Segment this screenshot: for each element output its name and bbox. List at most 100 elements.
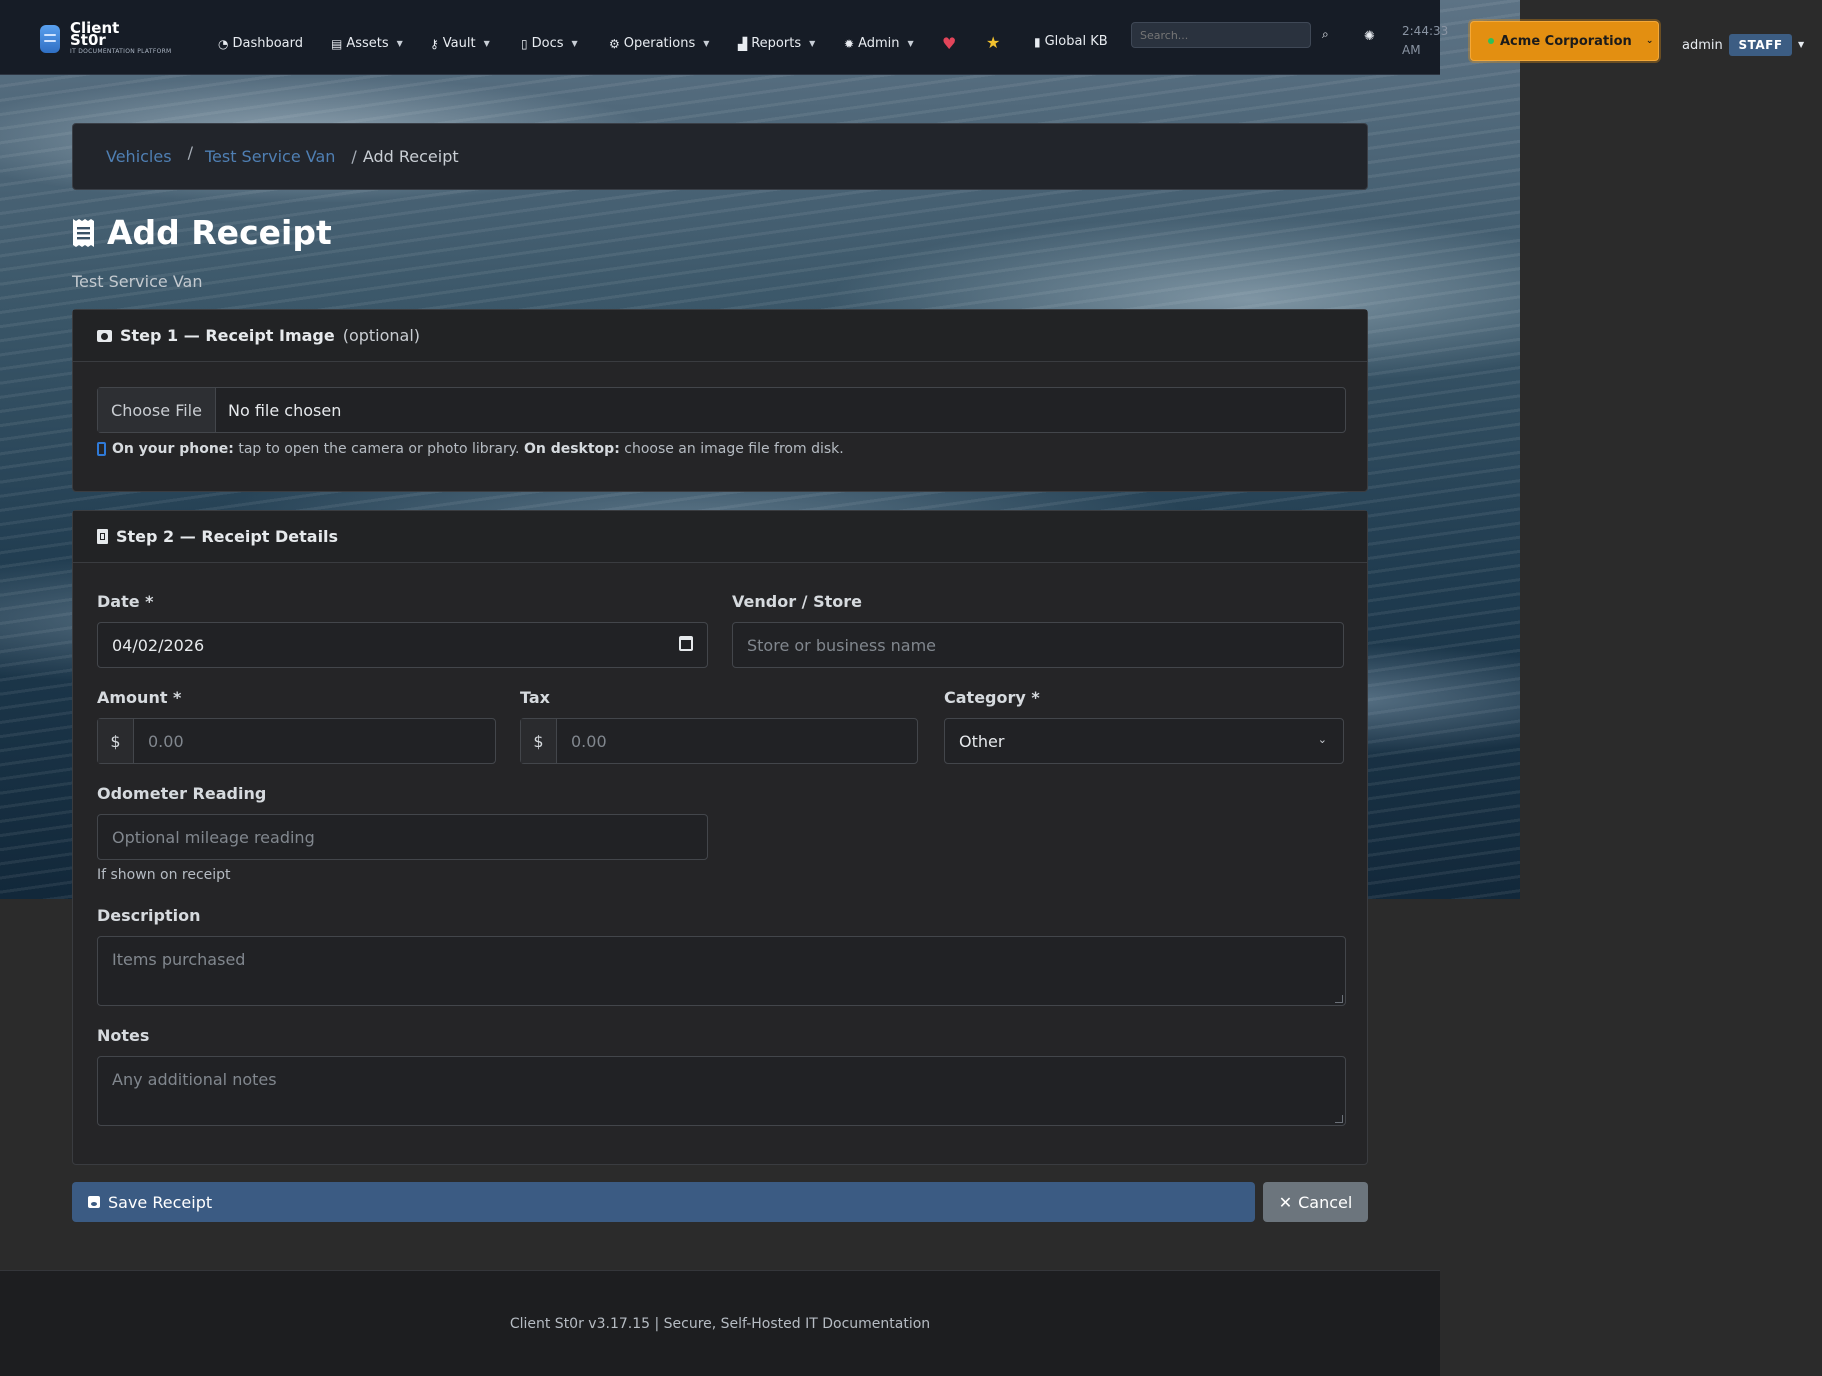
step1-title: Step 1 — Receipt Image [120, 326, 335, 345]
user-menu[interactable]: admin [1682, 38, 1723, 53]
save-receipt-label: Save Receipt [108, 1192, 213, 1212]
database-logo-icon [40, 24, 60, 53]
nav-dashboard-label: Dashboard [232, 36, 304, 51]
nav-reports[interactable]: ▟ Reports ▼ [738, 36, 815, 51]
heart-icon[interactable]: ♥ [942, 34, 956, 53]
page-title: Add Receipt [72, 213, 332, 252]
clock: 2:44:33 AM [1402, 24, 1449, 57]
category-select[interactable]: Other ⌄ [944, 718, 1344, 764]
breadcrumb-separator: / [351, 147, 357, 166]
resize-handle-icon[interactable] [1335, 1115, 1343, 1123]
nav-operations[interactable]: ⚙ Operations ▼ [609, 36, 709, 51]
file-status: No file chosen [228, 400, 342, 420]
brand-name: Client St0r [70, 19, 120, 49]
hint-phone-text: tap to open the camera or photo library. [238, 441, 520, 457]
caret-down-icon: ▼ [703, 39, 710, 48]
choose-file-button[interactable]: Choose File [98, 388, 216, 432]
nav-docs[interactable]: ▯ Docs ▼ [521, 36, 578, 51]
breadcrumb-vehicles[interactable]: Vehicles [106, 147, 172, 166]
vendor-label: Vendor / Store [732, 592, 862, 611]
cancel-label: Cancel [1298, 1192, 1353, 1212]
top-navbar: Client St0r IT DOCUMENTATION PLATFORM ◔ … [0, 0, 1804, 75]
book-icon: ▮ [1034, 34, 1041, 49]
role-badge: STAFF [1729, 34, 1792, 56]
description-label: Description [97, 906, 201, 925]
category-label: Category * [944, 688, 1040, 707]
odometer-placeholder: Optional mileage reading [112, 827, 315, 847]
caret-down-icon[interactable]: ▼ [1798, 40, 1804, 49]
theme-toggle-icon[interactable]: ✺ [1364, 29, 1375, 44]
step2-title: Step 2 — Receipt Details [116, 527, 339, 546]
nav-assets[interactable]: ▤ Assets ▼ [331, 36, 403, 51]
odometer-label: Odometer Reading [97, 784, 267, 803]
nav-operations-label: Operations [623, 36, 696, 51]
description-placeholder: Items purchased [112, 950, 246, 969]
star-icon[interactable]: ★ [986, 33, 1000, 52]
currency-addon: $ [98, 719, 134, 763]
tax-input[interactable]: $ 0.00 [520, 718, 918, 764]
chevron-down-icon: ⌄ [1645, 36, 1654, 46]
search-input[interactable] [1131, 22, 1311, 48]
mobile-phone-icon [97, 442, 106, 456]
save-icon [88, 1196, 100, 1208]
date-value: 04/02/2026 [112, 635, 205, 655]
step1-optional: (optional) [342, 326, 421, 345]
receipt-icon [73, 218, 94, 247]
cancel-button[interactable]: ✕ Cancel [1263, 1182, 1368, 1222]
nav-vault[interactable]: ⚷ Vault ▼ [430, 36, 490, 51]
notes-textarea[interactable]: Any additional notes [97, 1056, 1346, 1126]
nav-admin-label: Admin [858, 36, 900, 51]
file-icon: ▯ [521, 36, 528, 51]
resize-handle-icon[interactable] [1335, 995, 1343, 1003]
nav-docs-label: Docs [531, 36, 564, 51]
footer: Client St0r v3.17.15 | Secure, Self-Host… [0, 1270, 1440, 1376]
date-label: Date * [97, 592, 154, 611]
amount-input[interactable]: $ 0.00 [97, 718, 496, 764]
nav-dashboard[interactable]: ◔ Dashboard [218, 36, 303, 51]
key-icon: ⚷ [430, 36, 439, 51]
caret-down-icon: ▼ [907, 39, 914, 48]
search-icon[interactable]: ⌕ [1322, 27, 1329, 42]
odometer-help: If shown on receipt [97, 867, 231, 883]
upload-hint: On your phone: tap to open the camera or… [97, 441, 844, 457]
gear-icon: ✹ [844, 36, 855, 51]
hint-desktop-label: On desktop: [523, 441, 620, 457]
status-dot-icon [1488, 38, 1494, 44]
page-subtitle: Test Service Van [72, 272, 203, 291]
page-title-text: Add Receipt [107, 213, 332, 252]
receipt-image-file-input[interactable]: Choose File No file chosen [97, 387, 1346, 433]
category-value: Other [959, 731, 1005, 751]
nav-global-kb[interactable]: ▮ Global KB [1034, 34, 1108, 49]
description-textarea[interactable]: Items purchased [97, 936, 1346, 1006]
notes-label: Notes [97, 1026, 150, 1045]
caret-down-icon: ▼ [396, 39, 403, 48]
background-right-panel [1520, 0, 1822, 1376]
vendor-input[interactable]: Store or business name [732, 622, 1344, 668]
file-invoice-icon [97, 529, 108, 544]
chart-icon: ▟ [738, 36, 748, 51]
close-icon: ✕ [1278, 1192, 1293, 1212]
nav-admin[interactable]: ✹ Admin ▼ [844, 36, 914, 51]
save-receipt-button[interactable]: Save Receipt [72, 1182, 1255, 1222]
tax-placeholder: 0.00 [571, 731, 607, 751]
calendar-icon[interactable] [679, 636, 693, 651]
nav-global-kb-label: Global KB [1044, 34, 1108, 49]
cogs-icon: ⚙ [609, 36, 620, 51]
odometer-input[interactable]: Optional mileage reading [97, 814, 708, 860]
breadcrumb-separator: / [187, 143, 193, 162]
tax-label: Tax [520, 688, 550, 707]
hint-desktop-text: choose an image file from disk. [624, 441, 844, 457]
breadcrumb-vehicle[interactable]: Test Service Van [205, 147, 335, 166]
footer-text: Client St0r v3.17.15 | Secure, Self-Host… [509, 1315, 931, 1332]
brand[interactable]: Client St0r IT DOCUMENTATION PLATFORM [40, 19, 172, 55]
breadcrumb-current: Add Receipt [362, 147, 459, 166]
card-header: Step 1 — Receipt Image (optional) [73, 310, 1367, 362]
receipt-image-card: Step 1 — Receipt Image (optional) Choose… [72, 309, 1368, 492]
vendor-placeholder: Store or business name [747, 635, 937, 655]
receipt-details-card: Step 2 — Receipt Details Date * 04/02/20… [72, 510, 1368, 1165]
brand-tagline: IT DOCUMENTATION PLATFORM [70, 48, 172, 55]
organization-switcher[interactable]: Acme Corporation ⌄ [1470, 21, 1659, 61]
date-input[interactable]: 04/02/2026 [97, 622, 708, 668]
caret-down-icon: ▼ [483, 39, 490, 48]
camera-icon [97, 329, 112, 342]
